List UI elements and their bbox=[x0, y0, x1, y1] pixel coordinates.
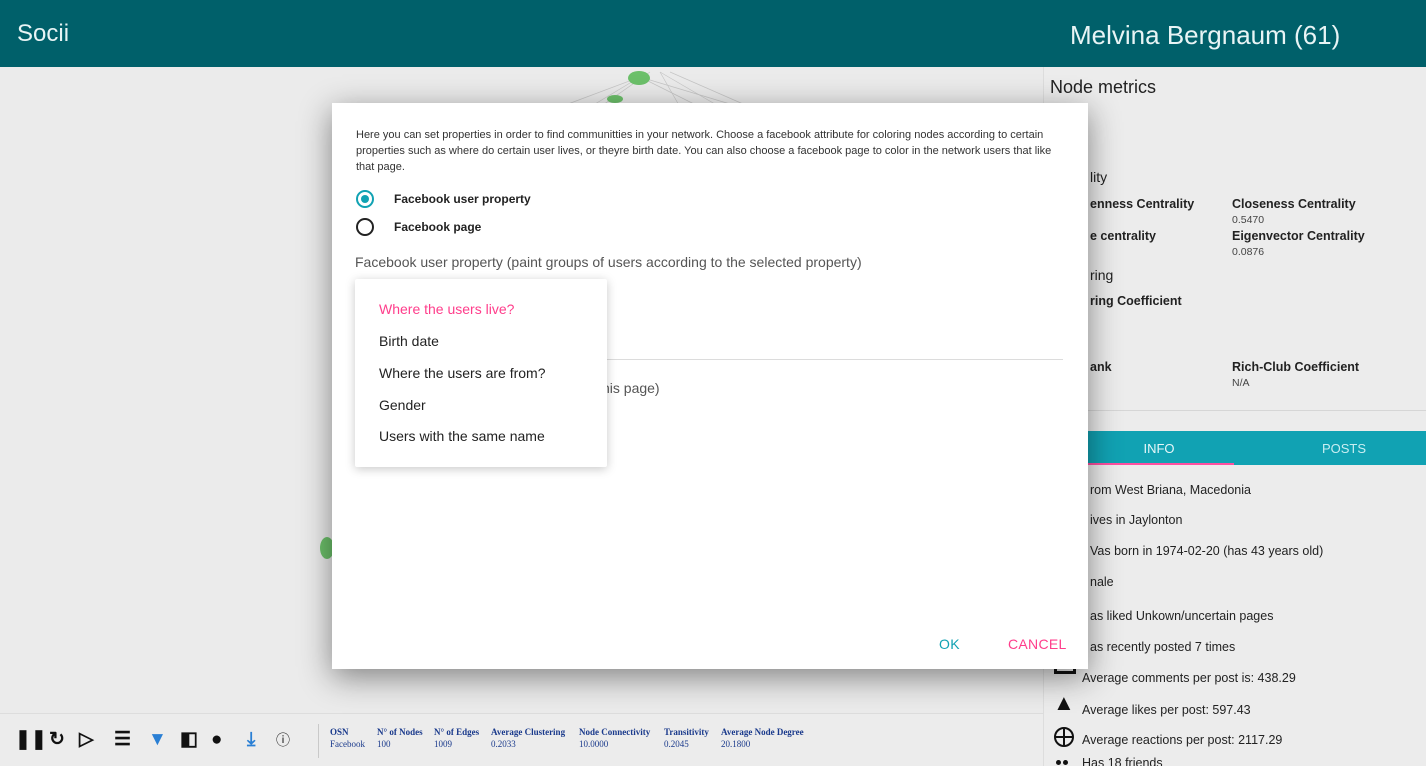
closeness-centrality-label: Closeness Centrality bbox=[1232, 197, 1356, 211]
property-dropdown-menu: Where the users live? Birth date Where t… bbox=[355, 279, 607, 467]
closeness-centrality-value: 0.5470 bbox=[1232, 214, 1265, 226]
stat-transitivity: Transitivity 0.2045 bbox=[664, 727, 709, 749]
tab-info[interactable]: INFO bbox=[1074, 431, 1244, 465]
node-details-panel: Node metrics lity enness Centrality Clos… bbox=[1043, 67, 1426, 766]
eigenvector-centrality-label: Eigenvector Centrality bbox=[1232, 229, 1365, 243]
clustering-heading: ring bbox=[1090, 267, 1114, 283]
panel-tabs: INFO POSTS bbox=[1044, 431, 1426, 465]
panel-divider bbox=[1044, 410, 1426, 411]
ok-button[interactable]: OK bbox=[939, 636, 960, 652]
info-avg-likes: Average likes per post: 597.43 bbox=[1082, 703, 1251, 717]
info-friends: Has 18 friends bbox=[1082, 756, 1163, 766]
graph-node[interactable] bbox=[607, 95, 623, 103]
info-lives: ives in Jaylonton bbox=[1090, 513, 1183, 527]
info-liked-pages: as liked Unkown/uncertain pages bbox=[1090, 609, 1274, 623]
radio-facebook-page[interactable]: Facebook page bbox=[356, 218, 481, 236]
radio-unchecked-icon[interactable] bbox=[356, 218, 374, 236]
info-avg-comments: Average comments per post is: 438.29 bbox=[1082, 671, 1296, 685]
thumbs-up-icon: ▲ bbox=[1053, 690, 1075, 715]
bottom-toolbar: ❚❚ ↻ ▷ ☰ ▼ ◧ ● ⤓ ⓘ OSN Facebook N° of No… bbox=[0, 713, 1043, 766]
menu-item-birth-date[interactable]: Birth date bbox=[379, 333, 439, 349]
stat-osn: OSN Facebook bbox=[330, 727, 365, 749]
cancel-button[interactable]: CANCEL bbox=[1008, 636, 1067, 652]
app-title: Socii bbox=[17, 20, 70, 47]
menu-item-where-from[interactable]: Where the users are from? bbox=[379, 365, 546, 381]
friends-icon bbox=[1056, 760, 1070, 766]
info-gender: nale bbox=[1090, 575, 1114, 589]
refresh-icon[interactable]: ↻ bbox=[49, 730, 65, 750]
info-birth: Vas born in 1974-02-20 (has 43 years old… bbox=[1090, 544, 1324, 558]
toolbar-separator bbox=[318, 724, 319, 758]
rich-club-coefficient-value: N/A bbox=[1232, 377, 1250, 389]
stat-edges: N° of Edges 1009 bbox=[434, 727, 480, 749]
stat-avg-node-degree: Average Node Degree 20.1800 bbox=[721, 727, 804, 749]
stat-node-connectivity: Node Connectivity 10.0000 bbox=[579, 727, 651, 749]
clustering-coefficient-label: ring Coefficient bbox=[1090, 294, 1182, 308]
info-avg-reactions: Average reactions per post: 2117.29 bbox=[1082, 733, 1283, 747]
info-icon[interactable]: ⓘ bbox=[276, 730, 290, 750]
list-icon[interactable]: ☰ bbox=[114, 730, 131, 750]
degree-centrality-label: e centrality bbox=[1090, 229, 1157, 243]
download-icon[interactable]: ⤓ bbox=[247, 730, 255, 750]
community-icon[interactable]: ● bbox=[211, 730, 222, 750]
radio-checked-icon[interactable] bbox=[356, 190, 374, 208]
tab-posts[interactable]: POSTS bbox=[1259, 431, 1426, 465]
dialog-description: Here you can set properties in order to … bbox=[356, 129, 1052, 173]
compare-icon[interactable]: ◧ bbox=[180, 730, 198, 750]
rich-club-coefficient-label: Rich-Club Coefficient bbox=[1232, 360, 1360, 374]
reaction-icon bbox=[1054, 727, 1074, 747]
stat-avg-clustering: Average Clustering 0.2033 bbox=[491, 727, 566, 749]
selected-node-title: Melvina Bergnaum (61) bbox=[1070, 20, 1341, 50]
page-field-label: his page) bbox=[602, 380, 660, 396]
user-property-field-label: Facebook user property (paint groups of … bbox=[355, 254, 862, 270]
active-tab-indicator bbox=[1084, 463, 1234, 465]
lightbulb-icon[interactable]: ▼ bbox=[148, 730, 167, 750]
eigenvector-centrality-value: 0.0876 bbox=[1232, 246, 1265, 258]
app-bar: Socii Melvina Bergnaum (61) bbox=[0, 0, 1426, 67]
stat-nodes: N° of Nodes 100 bbox=[377, 727, 423, 749]
menu-item-where-live[interactable]: Where the users live? bbox=[379, 301, 514, 317]
graph-node[interactable] bbox=[628, 71, 650, 85]
menu-item-same-name[interactable]: Users with the same name bbox=[379, 428, 545, 444]
radio-user-property-label: Facebook user property bbox=[394, 192, 531, 206]
node-metrics-title: Node metrics bbox=[1050, 77, 1157, 97]
label-icon[interactable]: ▷ bbox=[79, 730, 94, 750]
info-posted: as recently posted 7 times bbox=[1090, 640, 1236, 654]
menu-item-gender[interactable]: Gender bbox=[379, 397, 426, 413]
radio-facebook-page-label: Facebook page bbox=[394, 220, 482, 234]
radio-user-property[interactable]: Facebook user property bbox=[356, 190, 531, 208]
centrality-heading: lity bbox=[1090, 169, 1108, 185]
pagerank-label: ank bbox=[1090, 360, 1112, 374]
betweenness-centrality-label: enness Centrality bbox=[1090, 197, 1195, 211]
pause-icon[interactable]: ❚❚ bbox=[15, 730, 47, 750]
info-from: rom West Briana, Macedonia bbox=[1090, 483, 1251, 497]
